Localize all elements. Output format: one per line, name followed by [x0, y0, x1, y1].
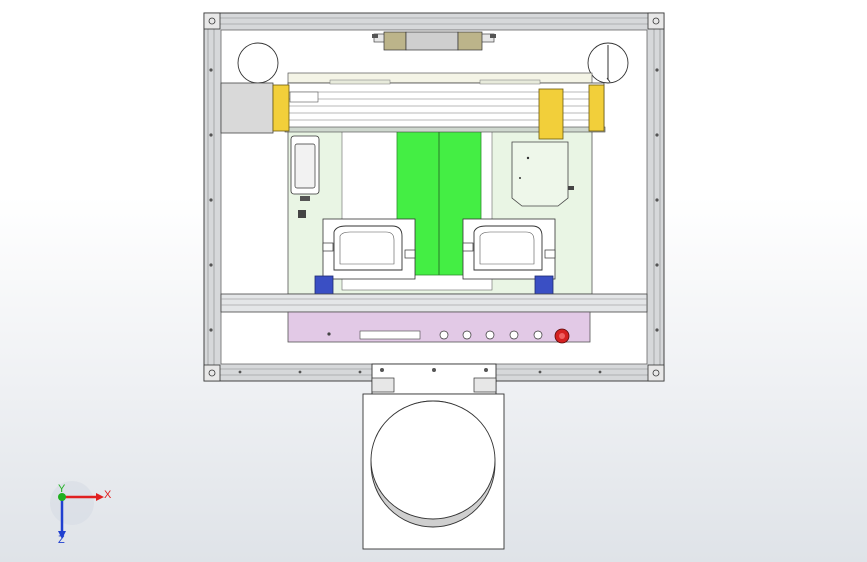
- assembly-drawing: X Y Z: [50, 12, 665, 550]
- coordinate-triad: X Y Z: [50, 481, 112, 546]
- fixture-right: [462, 218, 556, 280]
- fixture-left: [322, 218, 416, 280]
- triad-y-label: Y: [58, 483, 66, 495]
- corner-tr: [647, 12, 665, 30]
- corner-bl: [203, 364, 221, 382]
- rotary-table: [362, 393, 505, 550]
- corner-tl: [203, 12, 221, 30]
- triad-z-label: Z: [58, 534, 65, 546]
- bottom-bracket: [371, 363, 497, 395]
- gantry-end-left: [272, 84, 290, 132]
- front-crossbar: [220, 293, 648, 313]
- top-sensor-bar: [372, 31, 496, 51]
- gantry-motor: [220, 82, 274, 134]
- left-reel: [237, 42, 279, 84]
- gantry-carriage: [538, 88, 564, 140]
- control-panel: [287, 311, 591, 344]
- right-reel: [587, 42, 629, 84]
- cad-viewport[interactable]: X Y Z: [0, 0, 867, 562]
- triad-x-label: X: [104, 489, 112, 501]
- pick-head: [511, 141, 574, 207]
- corner-br: [647, 364, 665, 382]
- gantry-end-right: [588, 84, 605, 132]
